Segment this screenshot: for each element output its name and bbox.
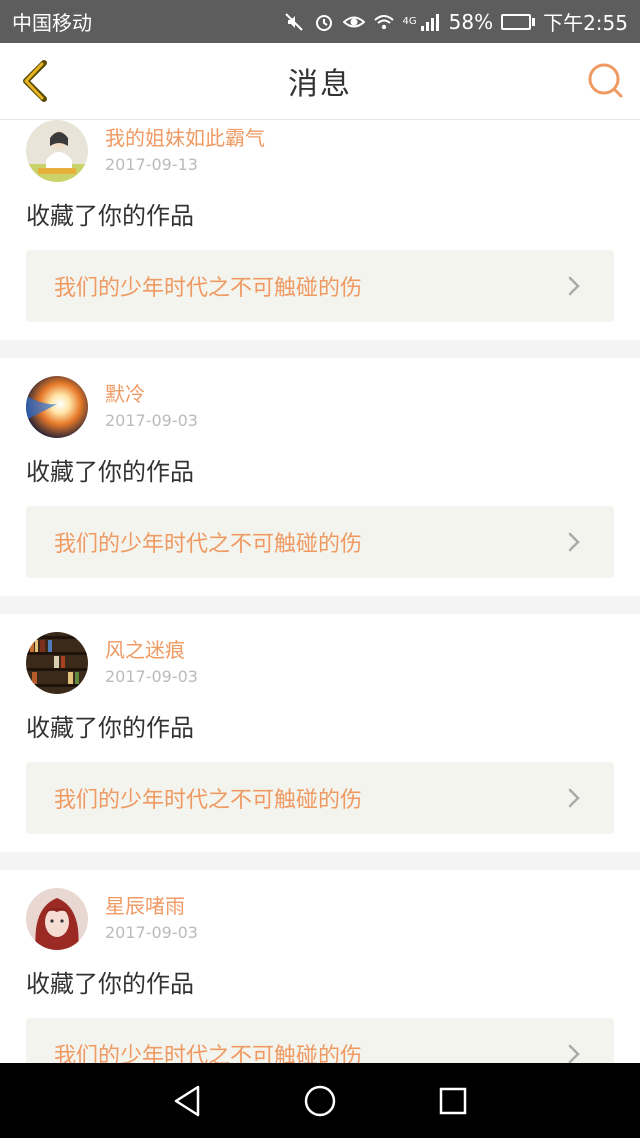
chevron-right-icon: [568, 532, 580, 552]
back-button[interactable]: [14, 57, 54, 105]
message-date: 2017-09-03: [105, 923, 198, 942]
work-title: 我们的少年时代之不可触碰的伤: [54, 276, 363, 301]
square-recents-icon: [440, 1087, 467, 1114]
network-type: 4G: [402, 16, 417, 27]
battery-icon: [501, 13, 536, 30]
chevron-left-icon: [23, 60, 47, 102]
message-card: 风之迷痕 2017-09-03 收藏了你的作品 我们的少年时代之不可触碰的伤: [0, 614, 640, 852]
message-card: 我的姐妹如此霸气 2017-09-13 收藏了你的作品 我们的少年时代之不可触碰…: [0, 120, 640, 340]
carrier-name: 中国移动: [12, 11, 92, 35]
chevron-right-icon: [568, 788, 580, 808]
chevron-right-icon: [568, 1044, 580, 1063]
system-nav-bar: [0, 1063, 640, 1138]
action-text: 收藏了你的作品: [26, 202, 194, 230]
page-title: 消息: [288, 67, 352, 102]
message-card: 星辰啫雨 2017-09-03 收藏了你的作品 我们的少年时代之不可触碰的伤: [0, 870, 640, 1063]
mute-icon: [283, 11, 305, 33]
search-button[interactable]: [586, 61, 626, 101]
work-link[interactable]: 我们的少年时代之不可触碰的伤: [26, 1018, 614, 1063]
username[interactable]: 默冷: [105, 380, 198, 408]
status-icons: 4G 58% 下午2:55: [283, 7, 628, 36]
status-bar: 中国移动 4G 58% 下午2:55: [0, 0, 640, 43]
search-icon: [588, 63, 623, 98]
avatar[interactable]: [26, 120, 88, 182]
eye-icon: [342, 11, 365, 33]
work-link[interactable]: 我们的少年时代之不可触碰的伤: [26, 506, 614, 578]
message-card: 默冷 2017-09-03 收藏了你的作品 我们的少年时代之不可触碰的伤: [0, 358, 640, 596]
username[interactable]: 星辰啫雨: [105, 892, 198, 920]
nav-back-button[interactable]: [162, 1076, 212, 1126]
triangle-back-icon: [174, 1085, 199, 1116]
message-date: 2017-09-13: [105, 155, 198, 174]
wifi-icon: [373, 11, 395, 33]
circle-home-icon: [304, 1085, 336, 1116]
nav-home-button[interactable]: [295, 1076, 345, 1126]
avatar[interactable]: [26, 632, 88, 694]
work-title: 我们的少年时代之不可触碰的伤: [54, 788, 363, 813]
username[interactable]: 风之迷痕: [105, 636, 198, 664]
message-date: 2017-09-03: [105, 667, 198, 686]
clock: 下午2:55: [543, 11, 628, 35]
chevron-right-icon: [568, 276, 580, 296]
action-text: 收藏了你的作品: [26, 714, 194, 742]
work-title: 我们的少年时代之不可触碰的伤: [54, 1044, 363, 1063]
work-link[interactable]: 我们的少年时代之不可触碰的伤: [26, 250, 614, 322]
alarm-icon: [313, 11, 335, 33]
signal-icon: [419, 11, 441, 33]
username[interactable]: 我的姐妹如此霸气: [105, 124, 265, 152]
action-text: 收藏了你的作品: [26, 458, 194, 486]
action-text: 收藏了你的作品: [26, 970, 194, 998]
message-date: 2017-09-03: [105, 411, 198, 430]
battery-percent: 58%: [448, 9, 494, 34]
nav-recents-button[interactable]: [428, 1076, 478, 1126]
message-feed: 我的姐妹如此霸气 2017-09-13 收藏了你的作品 我们的少年时代之不可触碰…: [0, 120, 640, 1063]
avatar[interactable]: [26, 376, 88, 438]
app-header: 消息: [0, 43, 640, 120]
message-list[interactable]: 我的姐妹如此霸气 2017-09-13 收藏了你的作品 我们的少年时代之不可触碰…: [0, 120, 640, 1063]
work-title: 我们的少年时代之不可触碰的伤: [54, 532, 363, 557]
avatar[interactable]: [26, 888, 88, 950]
work-link[interactable]: 我们的少年时代之不可触碰的伤: [26, 762, 614, 834]
